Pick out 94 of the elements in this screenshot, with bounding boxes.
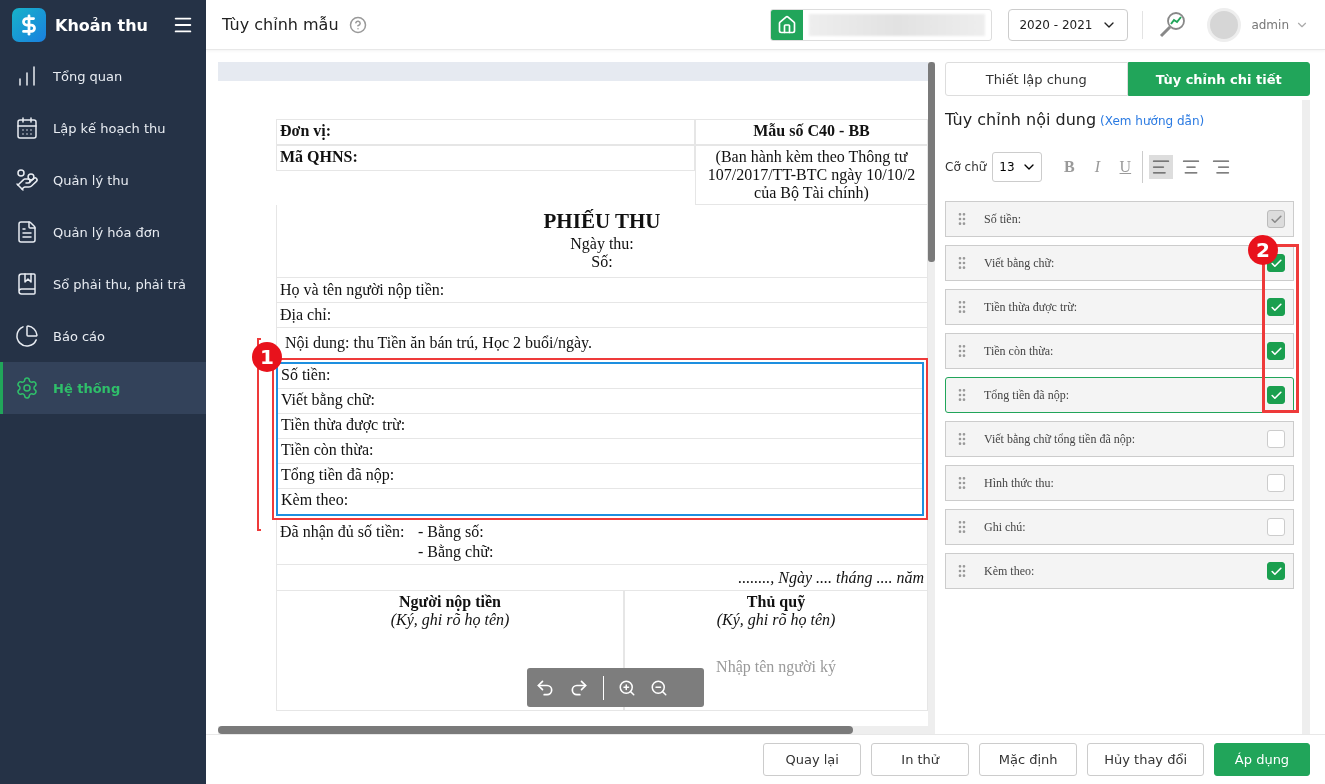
form-note-line: 107/2017/TT-BTC ngày 10/10/2 <box>706 166 917 184</box>
field-row[interactable]: Hình thức thu: <box>945 465 1294 501</box>
doc-text: Tiền thừa được trừ: <box>278 414 922 439</box>
date-line: ........, Ngày .... tháng .... năm <box>276 565 928 591</box>
checkbox[interactable] <box>1267 518 1285 536</box>
footer-button[interactable]: In thử <box>871 743 970 776</box>
check-icon <box>1269 256 1283 270</box>
doc-text: Ngày thu: <box>569 235 635 253</box>
check-icon <box>1269 212 1283 226</box>
doc-text: - Bằng số: <box>418 522 485 542</box>
checkbox[interactable] <box>1267 474 1285 492</box>
field-label: Viết bằng chữ: <box>984 255 1056 271</box>
checkbox[interactable] <box>1267 298 1285 316</box>
help-icon[interactable] <box>348 15 367 34</box>
doc-text: Địa chỉ: <box>276 303 928 328</box>
year-select[interactable]: 2020 - 2021 <box>1008 8 1129 41</box>
field-row[interactable]: Viết bằng chữ tổng tiền đã nộp: <box>945 421 1294 457</box>
field-label: Ghi chú: <box>984 519 1027 535</box>
signer-note: (Ký, ghi rõ họ tên) <box>716 611 836 629</box>
house-icon <box>777 14 798 35</box>
check-icon <box>1269 344 1283 358</box>
field-row[interactable]: Ghi chú: <box>945 509 1294 545</box>
form-note-line: của Bộ Tài chính) <box>753 184 870 202</box>
signer-title: Người nộp tiền <box>399 593 501 611</box>
undo-icon[interactable] <box>535 677 555 698</box>
vertical-scrollbar[interactable] <box>928 62 935 726</box>
doc-text: Viết bằng chữ: <box>278 389 922 414</box>
checkbox[interactable] <box>1267 430 1285 448</box>
sidebar-item-icon <box>15 168 39 192</box>
form-number: Mẫu số C40 - BB <box>695 119 928 145</box>
field-label: Tổng tiền đã nộp: <box>984 387 1070 403</box>
doc-text: Số: <box>590 253 614 271</box>
signer-title: Thủ quỹ <box>746 593 806 611</box>
sidebar-item[interactable]: Hệ thống <box>0 362 206 414</box>
sidebar-item[interactable]: Tổng quan <box>0 50 206 102</box>
field-row[interactable]: Tiền thừa được trừ: <box>945 289 1294 325</box>
sidebar-item[interactable]: Quản lý thu <box>0 154 206 206</box>
field-label: Tiền thừa được trừ: <box>984 299 1079 315</box>
doc-text: - Bằng chữ: <box>418 542 495 562</box>
signer-name-input[interactable]: Nhập tên người ký <box>676 657 876 677</box>
sidebar-item[interactable]: Báo cáo <box>0 310 206 362</box>
checkbox[interactable] <box>1267 342 1285 360</box>
doc-text: Họ và tên người nộp tiền: <box>276 278 928 303</box>
font-size-label: Cỡ chữ <box>945 160 987 174</box>
checkbox[interactable] <box>1267 562 1285 580</box>
document-title: PHIẾU THU <box>542 208 662 235</box>
field-label: Hình thức thu: <box>984 475 1055 491</box>
footer-button[interactable]: Mặc định <box>979 743 1078 776</box>
doc-text: Số tiền: <box>278 364 922 389</box>
doc-text: Mã QHNS: <box>276 145 695 171</box>
signer-note: (Ký, ghi rõ họ tên) <box>390 611 510 629</box>
horizontal-scrollbar[interactable] <box>218 726 935 734</box>
callout-badge: 1 <box>252 342 282 372</box>
field-label: Tiền còn thừa: <box>984 343 1055 359</box>
check-icon <box>1269 564 1283 578</box>
section-heading: Tùy chỉnh nội dung <box>945 110 1097 129</box>
magnifier-chart-icon[interactable] <box>1157 9 1188 40</box>
sidebar-item-icon <box>15 116 39 140</box>
field-label: Số tiền: <box>984 211 1022 227</box>
doc-text: Tổng tiền đã nộp: <box>278 464 922 489</box>
align-left-button[interactable] <box>1149 155 1174 179</box>
field-row[interactable]: Tổng tiền đã nộp: <box>945 377 1294 413</box>
doc-text: Đơn vị: <box>276 119 695 145</box>
field-row[interactable]: Tiền còn thừa: <box>945 333 1294 369</box>
checkbox[interactable] <box>1267 386 1285 404</box>
redo-icon[interactable] <box>569 677 589 698</box>
sidebar-item-icon <box>15 272 39 296</box>
doc-text: Kèm theo: <box>280 490 350 510</box>
guide-link[interactable]: (Xem hướng dẫn) <box>1100 114 1205 128</box>
page-title: Tùy chỉnh mẫu <box>222 15 339 34</box>
sidebar-item[interactable]: Lập kế hoạch thu <box>0 102 206 154</box>
footer-button[interactable]: Hủy thay đổi <box>1087 743 1204 776</box>
sidebar-item[interactable]: Quản lý hóa đơn <box>0 206 206 258</box>
field-label: Kèm theo: <box>984 563 1036 579</box>
user-name[interactable]: admin <box>1251 17 1289 32</box>
sidebar-item-icon <box>15 376 39 400</box>
field-row[interactable]: Kèm theo: <box>945 553 1294 589</box>
doc-text: Tiền còn thừa: <box>278 439 922 464</box>
doc-text: Đã nhận đủ số tiền: <box>280 522 406 542</box>
form-note-line: (Ban hành kèm theo Thông tư <box>714 148 909 166</box>
zoom-in-icon[interactable] <box>618 678 636 697</box>
font-size-select[interactable]: 13 <box>992 152 1043 182</box>
footer-button[interactable]: Quay lại <box>763 743 862 776</box>
sidebar-item-icon <box>15 220 39 244</box>
app-title: Khoản thu <box>55 15 149 35</box>
check-icon <box>1269 388 1283 402</box>
sidebar-item-icon <box>15 324 39 348</box>
zoom-out-icon[interactable] <box>650 678 668 697</box>
school-selector[interactable] <box>770 8 993 41</box>
app-logo-icon <box>12 8 46 42</box>
check-icon <box>1269 300 1283 314</box>
field-label: Viết bằng chữ tổng tiền đã nộp: <box>984 431 1137 447</box>
sidebar-item[interactable]: Sổ phải thu, phải trả <box>0 258 206 310</box>
tab[interactable]: Thiết lập chung <box>945 62 1128 96</box>
